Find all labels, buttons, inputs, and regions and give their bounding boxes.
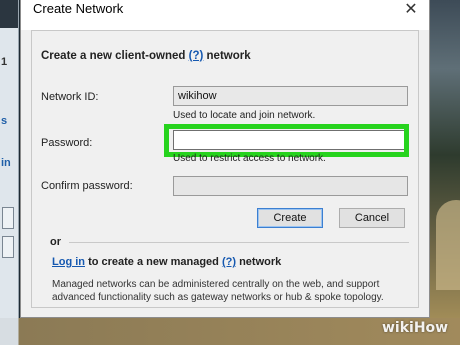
section-heading: Create a new client-owned (?) network bbox=[41, 50, 251, 62]
background-app-link[interactable]: s bbox=[1, 115, 7, 127]
managed-network-description: Managed networks can be administered cen… bbox=[52, 279, 384, 303]
or-separator-label: or bbox=[50, 236, 61, 248]
managed-network-line: Log in to create a new managed (?) netwo… bbox=[52, 256, 281, 268]
background-app-link[interactable]: in bbox=[1, 157, 11, 169]
screen: 1 s in Create Network ✕ Create a new cli… bbox=[0, 0, 460, 345]
background-app-text: 1 bbox=[1, 56, 8, 68]
dialog-title: Create Network bbox=[33, 1, 124, 16]
confirm-password-label: Confirm password: bbox=[41, 180, 133, 192]
background-app-window: 1 s in bbox=[0, 0, 19, 345]
close-icon[interactable]: ✕ bbox=[401, 0, 421, 20]
background-app-control[interactable] bbox=[2, 207, 14, 229]
confirm-password-field[interactable] bbox=[173, 176, 408, 196]
network-id-label: Network ID: bbox=[41, 91, 99, 103]
background-app-control[interactable] bbox=[2, 236, 14, 258]
managed-network-text: to create a new managed bbox=[88, 256, 219, 268]
heading-text-suffix: network bbox=[206, 50, 251, 62]
network-id-hint: Used to locate and join network. bbox=[173, 110, 316, 121]
help-link[interactable]: (?) bbox=[222, 256, 236, 268]
wallpaper-rock-arch bbox=[436, 200, 460, 290]
desktop-wallpaper bbox=[430, 0, 460, 345]
create-network-dialog: Create Network ✕ Create a new client-own… bbox=[20, 0, 430, 318]
help-link[interactable]: (?) bbox=[189, 50, 204, 62]
log-in-link[interactable]: Log in bbox=[52, 256, 85, 268]
password-hint: Used to restrict access to network. bbox=[173, 153, 326, 164]
cancel-button[interactable]: Cancel bbox=[339, 208, 405, 228]
password-label: Password: bbox=[41, 137, 93, 149]
background-app-titlebar bbox=[0, 0, 18, 28]
create-button[interactable]: Create bbox=[257, 208, 323, 228]
watermark-logo: wikiHow bbox=[382, 320, 449, 336]
network-id-field[interactable] bbox=[173, 86, 408, 106]
heading-text: Create a new client-owned bbox=[41, 50, 186, 62]
separator-line bbox=[69, 242, 409, 243]
dialog-titlebar: Create Network ✕ bbox=[21, 0, 429, 30]
managed-network-suffix: network bbox=[239, 256, 282, 268]
